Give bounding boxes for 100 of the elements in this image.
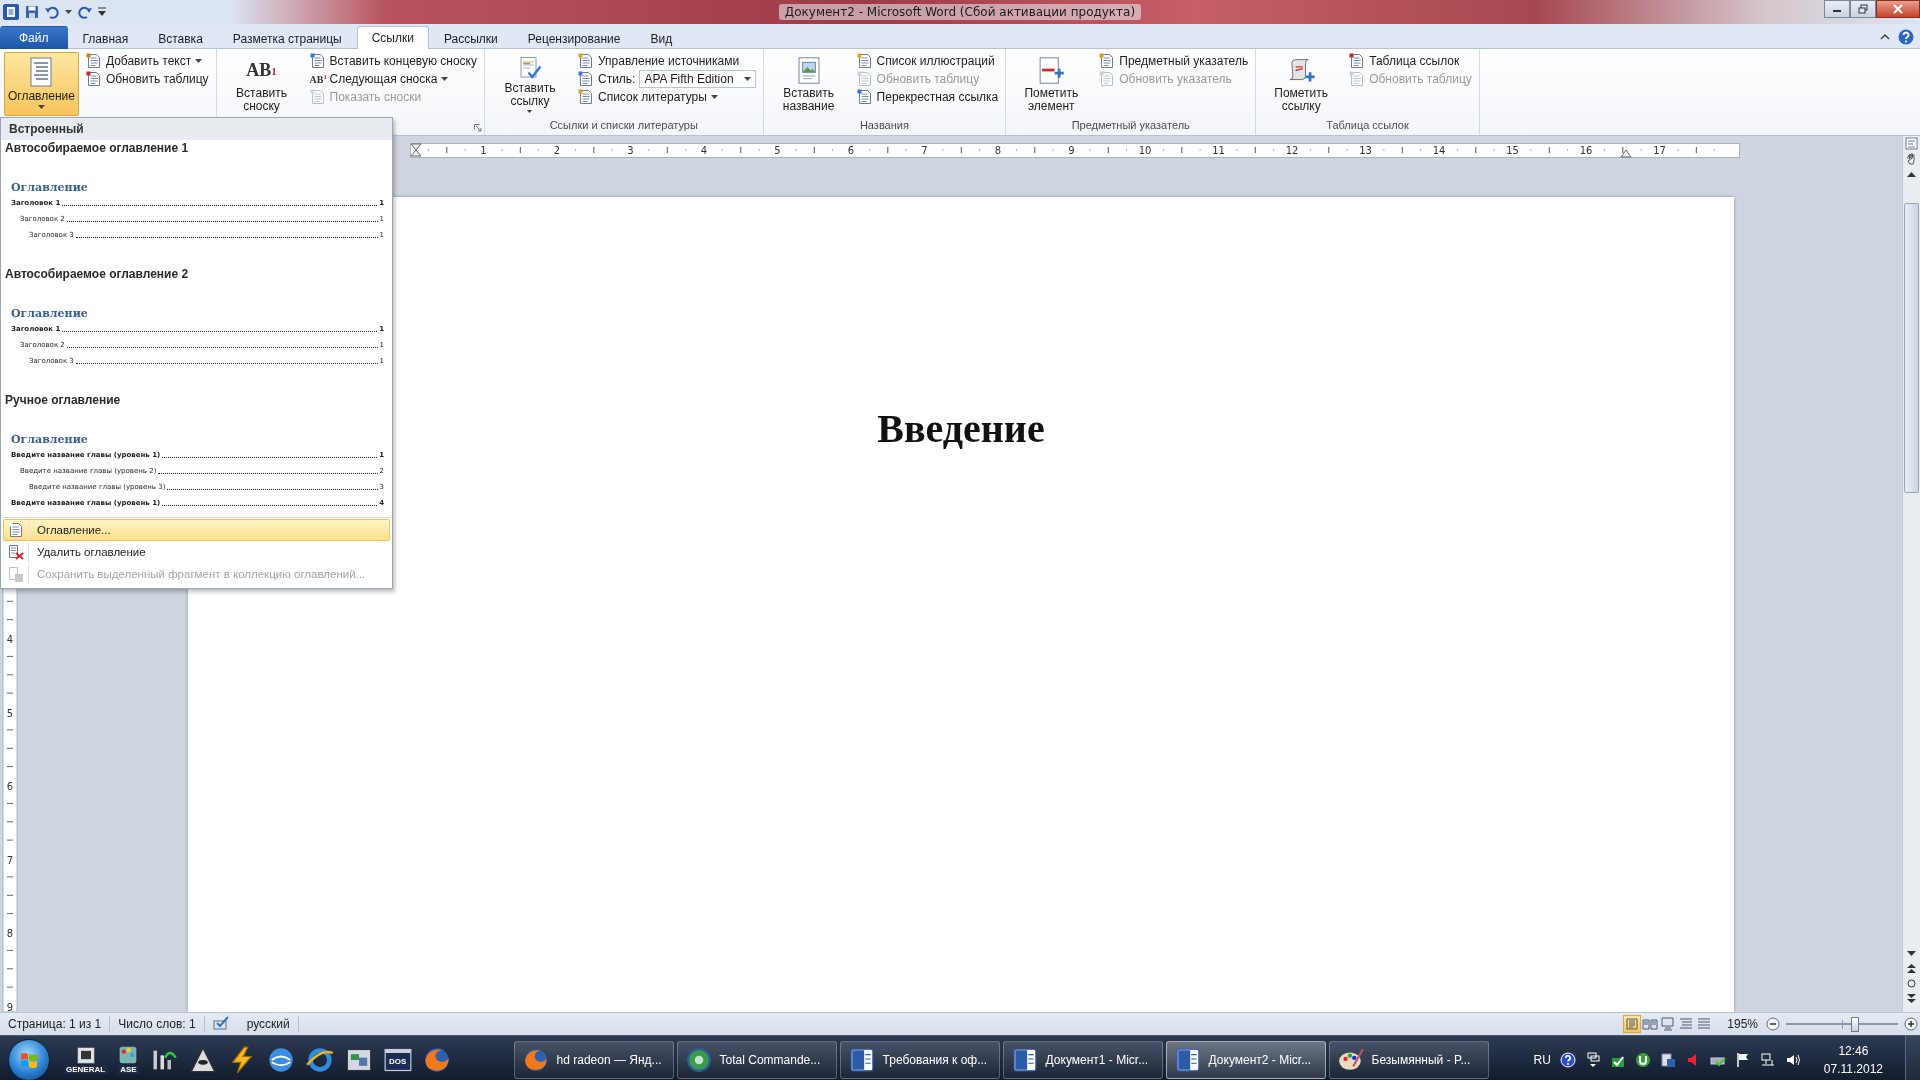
proofing-icon[interactable] bbox=[212, 1016, 231, 1030]
document-icon bbox=[309, 89, 326, 105]
document-icon bbox=[856, 89, 873, 105]
ribbon-button[interactable]: Предметный указатель bbox=[1096, 52, 1252, 70]
ribbon-button[interactable]: Оглавление bbox=[4, 52, 79, 116]
style-dropdown[interactable]: APA Fifth Edition bbox=[639, 70, 756, 88]
disk-icon[interactable] bbox=[685, 1046, 712, 1073]
minimize-button[interactable] bbox=[1824, 0, 1850, 18]
flag-icon[interactable] bbox=[1734, 1051, 1751, 1068]
menu-item[interactable]: Удалить оглавление bbox=[3, 541, 390, 563]
taskbar-button[interactable]: Total Commande... bbox=[676, 1040, 837, 1079]
restore-button[interactable] bbox=[1850, 0, 1876, 18]
ribbon-tab[interactable]: Вид bbox=[635, 27, 688, 49]
ring-icon[interactable] bbox=[305, 1045, 334, 1074]
taskbar-button[interactable]: Безымянный - P... bbox=[1328, 1040, 1489, 1079]
restore-icon bbox=[1858, 4, 1868, 14]
fox-globe-icon[interactable] bbox=[522, 1046, 549, 1073]
ribbon-button[interactable]: Перекрестная ссылка bbox=[853, 88, 1002, 106]
ribbon-tab[interactable]: Ссылки bbox=[356, 26, 429, 49]
scroll-down-icon[interactable] bbox=[1907, 950, 1916, 957]
taskbar-button[interactable]: Документ1 - Micr... bbox=[1002, 1040, 1163, 1079]
palette-icon[interactable] bbox=[118, 1045, 139, 1065]
ribbon-button[interactable]: Добавить текст bbox=[82, 52, 212, 70]
ribbon-button[interactable]: Вставить название bbox=[767, 52, 850, 116]
document-icon bbox=[1349, 71, 1366, 87]
show-desktop-button[interactable] bbox=[1905, 1036, 1920, 1080]
ribbon-tab[interactable]: Главная bbox=[67, 27, 144, 49]
ruler-number: 7 bbox=[6, 854, 14, 866]
ribbon-button[interactable]: Вставить ссылку bbox=[488, 52, 571, 116]
collapse-ribbon-icon[interactable] bbox=[1880, 33, 1890, 41]
zoom-level[interactable]: 195% bbox=[1713, 1017, 1766, 1031]
ribbon-button[interactable]: Список литературы bbox=[574, 88, 759, 106]
clock-time[interactable]: 12:46 bbox=[1838, 1041, 1869, 1060]
torrent-icon[interactable] bbox=[1634, 1051, 1651, 1068]
windows-icon[interactable] bbox=[1584, 1051, 1601, 1068]
ribbon-button[interactable]: AB$^{1}$ Следующая сноска bbox=[306, 70, 480, 88]
taskbar-button[interactable]: hd radeon — Янд... bbox=[513, 1040, 674, 1079]
scroll-up-icon[interactable] bbox=[1907, 170, 1916, 177]
zoom-in-icon[interactable] bbox=[1904, 1017, 1918, 1031]
ruler-number: 5 bbox=[774, 145, 781, 156]
page-count[interactable]: Страница: 1 из 1 bbox=[0, 1016, 111, 1032]
ribbon-tab[interactable]: Разметка страницы bbox=[217, 27, 357, 49]
document-heading: Введение bbox=[877, 405, 1045, 452]
language-indicator[interactable]: RU bbox=[1533, 1052, 1551, 1067]
ribbon-tab[interactable]: Файл bbox=[0, 26, 68, 49]
ribbon-button[interactable]: Управление источниками bbox=[574, 52, 759, 70]
document-icon[interactable] bbox=[848, 1046, 875, 1073]
clock-date[interactable]: 07.11.2012 bbox=[1823, 1059, 1883, 1078]
save-icon[interactable] bbox=[25, 5, 39, 19]
panel-icon[interactable] bbox=[75, 1045, 96, 1065]
fox-globe-icon[interactable] bbox=[422, 1045, 451, 1074]
ruler-number: 16 bbox=[1579, 145, 1593, 156]
pyramid-icon[interactable] bbox=[188, 1045, 217, 1074]
hand-icon[interactable] bbox=[1905, 152, 1918, 165]
document-icon[interactable] bbox=[1174, 1046, 1201, 1073]
globe-icon[interactable] bbox=[266, 1045, 295, 1074]
style-label: Стиль: bbox=[597, 72, 636, 86]
ruler-number: 7 bbox=[921, 145, 928, 156]
ribbon-tab[interactable]: Рецензирование bbox=[512, 27, 636, 49]
dialog-launcher-icon[interactable] bbox=[473, 124, 482, 132]
palette-icon[interactable] bbox=[1337, 1046, 1364, 1073]
ruler-number: 13 bbox=[1359, 145, 1372, 156]
close-button[interactable] bbox=[1876, 0, 1920, 18]
help-icon[interactable] bbox=[1559, 1051, 1576, 1068]
ribbon-button[interactable]: Обновить таблицу bbox=[82, 70, 212, 88]
ruler-toggle-icon[interactable] bbox=[1905, 137, 1918, 150]
ribbon-button[interactable]: Вставить концевую сноску bbox=[306, 52, 480, 70]
taskbar-button[interactable]: Требования к оф... bbox=[839, 1040, 1000, 1079]
start-button[interactable] bbox=[8, 1038, 50, 1080]
zoom-out-icon[interactable] bbox=[1766, 1017, 1780, 1031]
ribbon-button[interactable]: Пометить элемент bbox=[1010, 52, 1093, 116]
menu-item[interactable]: Оглавление... bbox=[3, 519, 390, 541]
indent-marker[interactable] bbox=[410, 143, 422, 157]
document-icon bbox=[85, 71, 102, 87]
ribbon-tab[interactable]: Рассылки bbox=[428, 27, 513, 49]
ribbon-tab[interactable]: Вставка bbox=[143, 27, 218, 49]
device-icon[interactable] bbox=[1659, 1051, 1676, 1068]
ribbon-button[interactable]: Список иллюстраций bbox=[853, 52, 1002, 70]
browse-object-icon[interactable] bbox=[1907, 979, 1916, 988]
ruler-number: 4 bbox=[700, 145, 708, 156]
save-selection-icon bbox=[8, 566, 24, 582]
network-icon[interactable] bbox=[1759, 1051, 1776, 1068]
ruler-number: 8 bbox=[994, 145, 1002, 156]
indent-marker[interactable] bbox=[1620, 149, 1632, 158]
ribbon-button[interactable]: Пометить ссылку bbox=[1260, 52, 1343, 116]
document-icon bbox=[1099, 71, 1116, 87]
ribbon-button[interactable]: Таблица ссылок bbox=[1346, 52, 1475, 70]
scrollbar-thumb[interactable] bbox=[1904, 203, 1919, 493]
document-icon[interactable] bbox=[1011, 1046, 1038, 1073]
ruler-number: 17 bbox=[1653, 145, 1666, 156]
redo-icon[interactable] bbox=[78, 5, 92, 19]
slider-thumb[interactable] bbox=[1851, 1016, 1860, 1032]
undo-icon[interactable] bbox=[45, 5, 59, 19]
taskbar-button[interactable]: Документ2 - Micr... bbox=[1165, 1040, 1326, 1079]
next-page-icon[interactable] bbox=[1907, 994, 1916, 1003]
customize-icon[interactable] bbox=[98, 7, 106, 17]
word-app-icon[interactable] bbox=[3, 4, 19, 20]
language-label[interactable]: русский bbox=[238, 1016, 299, 1032]
word-count[interactable]: Число слов: 1 bbox=[110, 1016, 205, 1032]
previous-page-icon[interactable] bbox=[1907, 964, 1916, 973]
